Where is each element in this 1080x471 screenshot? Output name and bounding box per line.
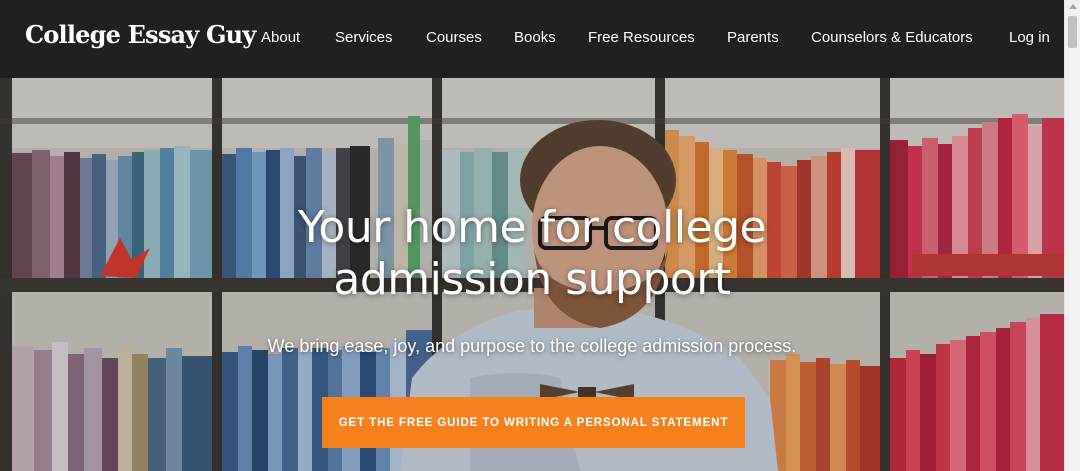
scroll-up-arrow-icon[interactable] xyxy=(1069,4,1077,9)
free-guide-cta-button[interactable]: GET THE FREE GUIDE TO WRITING A PERSONAL… xyxy=(322,397,745,448)
nav-item-parents[interactable]: Parents xyxy=(727,29,779,46)
nav-item-courses[interactable]: Courses xyxy=(426,29,482,46)
nav-item-free-resources[interactable]: Free Resources xyxy=(588,29,695,46)
nav-menu: About Services Courses Books Free Resour… xyxy=(0,0,1064,78)
page-scrollbar[interactable] xyxy=(1064,0,1080,471)
hero-title-line-2: admission support xyxy=(333,254,731,305)
top-navigation: College Essay Guy About Services Courses… xyxy=(0,0,1064,78)
hero-section: Your home for college admission support … xyxy=(0,78,1064,471)
hero-subtitle: We bring ease, joy, and purpose to the c… xyxy=(267,336,797,356)
hero-title: Your home for college admission support xyxy=(0,202,1064,306)
scrollbar-thumb[interactable] xyxy=(1068,16,1077,48)
nav-item-log-in[interactable]: Log in xyxy=(1009,29,1050,46)
nav-item-counselors-educators[interactable]: Counselors & Educators xyxy=(811,29,973,46)
nav-item-services[interactable]: Services xyxy=(335,29,393,46)
nav-item-books[interactable]: Books xyxy=(514,29,556,46)
nav-item-about[interactable]: About xyxy=(261,29,300,46)
hero-title-line-1: Your home for college xyxy=(297,202,767,253)
